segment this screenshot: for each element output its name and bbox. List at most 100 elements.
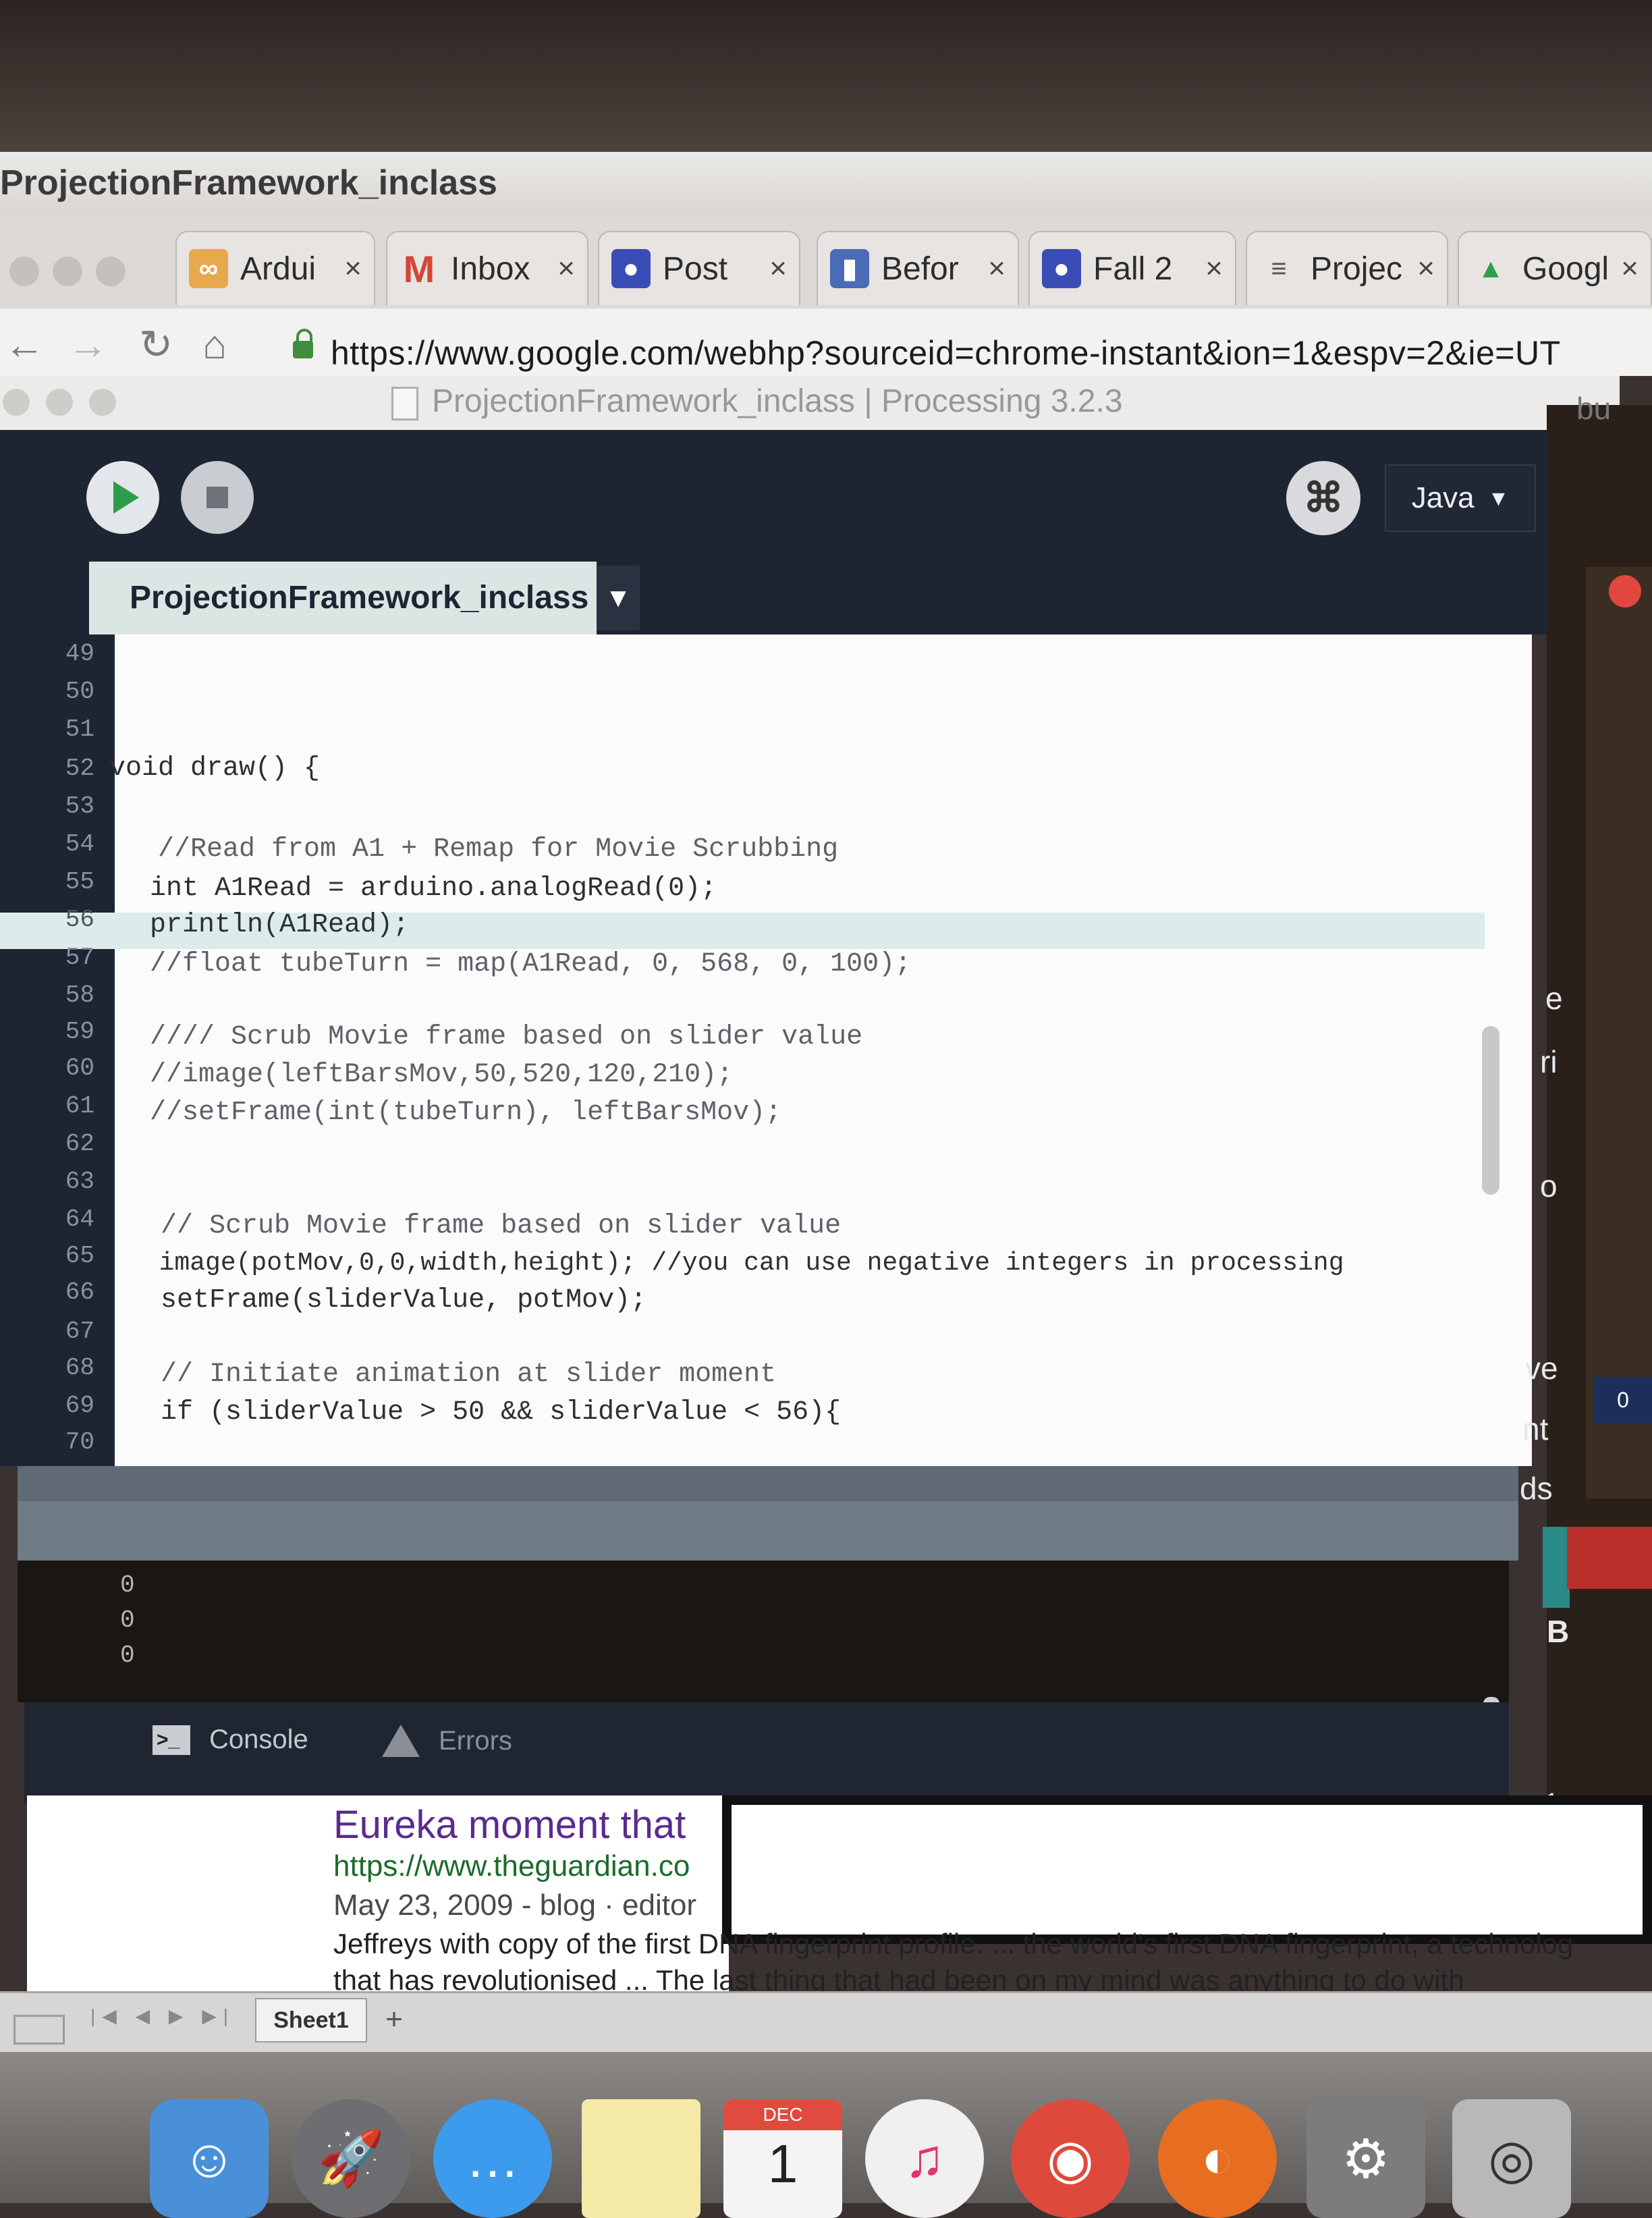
browser-tab[interactable]: ● Post ×	[598, 231, 800, 305]
processing-title-bar: ProjectionFramework_inclass | Processing…	[0, 376, 1620, 431]
stop-button[interactable]	[181, 461, 254, 534]
tab-label: Googl	[1522, 250, 1609, 287]
console-tab[interactable]: >_ Console	[153, 1725, 308, 1755]
code-line: setFrame(sliderValue, potMov);	[128, 1285, 647, 1316]
reload-icon[interactable]: ↻	[139, 321, 173, 369]
gmail-icon: M	[403, 247, 435, 290]
messages-icon[interactable]: …	[433, 2099, 552, 2218]
tab-label: Fall 2	[1093, 250, 1173, 287]
contacts-icon: ●	[611, 249, 651, 288]
browser-tab[interactable]: ∞ Ardui ×	[175, 231, 375, 305]
fragment-text: nt	[1522, 1411, 1549, 1446]
result-snippet: Jeffreys with copy of the first DNA fing…	[333, 1928, 1574, 1959]
calendar-month: DEC	[723, 2099, 842, 2130]
window-zoom-button[interactable]	[96, 256, 126, 286]
blank-window	[722, 1795, 1652, 1944]
calendar-icon[interactable]: DEC 1	[723, 2099, 842, 2218]
add-sheet-button[interactable]: +	[375, 2001, 413, 2038]
background-panel	[1586, 567, 1652, 1498]
close-icon[interactable]: ×	[557, 252, 575, 286]
value-badge: 0	[1594, 1377, 1652, 1423]
browser-tab[interactable]: ● Fall 2 ×	[1028, 231, 1236, 305]
line-number: 67	[65, 1318, 94, 1345]
sketch-tab[interactable]: ProjectionFramework_inclass	[89, 562, 597, 634]
close-icon[interactable]: ×	[769, 252, 787, 286]
back-icon[interactable]: ←	[4, 321, 45, 368]
code-line: //image(leftBarsMov,50,520,120,210);	[134, 1060, 734, 1090]
grid-view-icon[interactable]	[13, 2015, 65, 2045]
code-line: //setFrame(int(tubeTurn), leftBarsMov);	[134, 1098, 782, 1128]
line-number: 62	[65, 1130, 94, 1158]
debug-button[interactable]: ⌘	[1286, 461, 1360, 535]
console-area	[18, 1561, 1509, 1702]
fragment-text: ve	[1525, 1351, 1558, 1386]
line-number: 70	[65, 1428, 94, 1456]
close-icon[interactable]: ×	[344, 252, 362, 286]
chrome-icon[interactable]: ◉	[1011, 2099, 1130, 2218]
close-icon[interactable]: ×	[1417, 252, 1435, 286]
window-title-bar: ProjectionFramework_inclass	[0, 152, 1652, 215]
console-icon: >_	[153, 1725, 190, 1755]
code-line: // Initiate animation at slider moment	[128, 1359, 777, 1390]
home-icon[interactable]: ⌂	[202, 321, 227, 368]
browser-tab[interactable]: ▮ Befor ×	[817, 231, 1019, 305]
browser-tab[interactable]: M Inbox ×	[386, 231, 588, 305]
mode-selector[interactable]: Java ▼	[1385, 464, 1536, 532]
contacts-icon: ●	[1042, 249, 1081, 288]
editor-scrollbar[interactable]	[1482, 1026, 1499, 1195]
tab-label: Inbox	[451, 250, 530, 287]
code-line: if (sliderValue > 50 && sliderValue < 56…	[128, 1397, 842, 1428]
result-url: https://www.theguardian.co	[333, 1849, 690, 1883]
line-number: 50	[65, 678, 94, 705]
fragment-text: ri	[1540, 1044, 1558, 1079]
console-line: 0	[120, 1571, 135, 1599]
background-panel-accent	[1543, 1527, 1570, 1608]
window-minimize-button[interactable]	[53, 256, 82, 286]
result-title-link[interactable]: Eureka moment that	[333, 1802, 686, 1847]
close-icon[interactable]: ×	[1621, 252, 1639, 286]
browser-tab[interactable]: ≡ Projec ×	[1246, 231, 1448, 305]
code-line: //// Scrub Movie frame based on slider v…	[134, 1022, 863, 1052]
music-icon[interactable]: ♫	[865, 2099, 984, 2218]
finder-icon[interactable]: ☺	[150, 2099, 269, 2218]
line-number: 66	[65, 1278, 94, 1306]
window-close-dot	[1609, 575, 1641, 607]
run-button[interactable]	[86, 461, 159, 534]
document-icon	[391, 387, 418, 421]
window-title: ProjectionFramework_inclass	[0, 163, 497, 202]
close-icon[interactable]: ×	[1205, 252, 1223, 286]
line-number: 57	[65, 944, 94, 971]
system-preferences-icon[interactable]: ⚙	[1306, 2099, 1425, 2218]
tab-menu-button[interactable]: ▼	[597, 566, 640, 630]
mode-label: Java	[1411, 481, 1475, 514]
camera-icon[interactable]: ◎	[1452, 2099, 1571, 2218]
window-close-button[interactable]	[9, 256, 39, 286]
forward-icon[interactable]: →	[67, 321, 108, 368]
line-number: 58	[65, 981, 94, 1009]
processing-minimize-button[interactable]	[46, 389, 73, 416]
processing-close-button[interactable]	[3, 389, 30, 416]
console-tab-label: Console	[209, 1725, 308, 1754]
drive-icon: ▲	[1477, 253, 1504, 283]
errors-tab[interactable]: Errors	[382, 1725, 512, 1757]
close-icon[interactable]: ×	[988, 252, 1006, 286]
processing-zoom-button[interactable]	[89, 389, 116, 416]
line-number: 64	[65, 1206, 94, 1233]
notes-icon[interactable]	[582, 2099, 700, 2218]
console-divider-top	[18, 1466, 1518, 1501]
line-number: 68	[65, 1354, 94, 1382]
tab-label: Projec	[1311, 250, 1403, 287]
sheet-tab-bar	[0, 1991, 1652, 2054]
line-number: 65	[65, 1242, 94, 1270]
sheet-nav-arrows[interactable]: |◀ ◀ ▶ ▶|	[90, 2005, 235, 2027]
launchpad-icon[interactable]: 🚀	[292, 2099, 410, 2218]
line-number: 69	[65, 1392, 94, 1419]
firefox-icon[interactable]: ◐	[1158, 2099, 1277, 2218]
url-field[interactable]: https://www.google.com/webhp?sourceid=ch…	[331, 333, 1561, 373]
sheet-tab[interactable]: Sheet1	[255, 1998, 367, 2043]
line-number: 49	[65, 640, 94, 668]
lock-icon	[293, 329, 313, 358]
tab-label: Post	[663, 250, 728, 287]
browser-tab[interactable]: ▲ Googl ×	[1458, 231, 1652, 305]
code-line: void draw() {	[109, 753, 321, 784]
